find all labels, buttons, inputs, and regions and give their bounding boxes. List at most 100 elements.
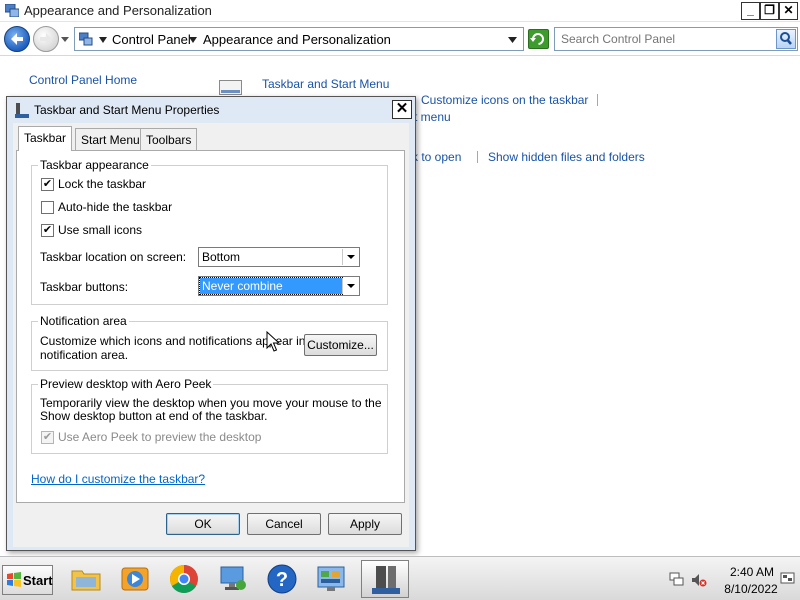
refresh-icon xyxy=(530,33,544,45)
media-player-icon xyxy=(121,567,149,591)
close-button[interactable]: ✕ xyxy=(779,2,798,20)
taskbar: Start ? 2:40 AM 8/10/2022 xyxy=(0,556,800,600)
control-panel-icon xyxy=(5,4,19,17)
taskbar-tab-panel: Taskbar appearance ✔ Lock the taskbar Au… xyxy=(16,150,405,503)
notification-area-text-line1: Customize which icons and notifications … xyxy=(40,334,326,348)
auto-hide-label[interactable]: Auto-hide the taskbar xyxy=(58,200,172,214)
navigation-bar: Control Panel Appearance and Personaliza… xyxy=(0,22,800,56)
control-panel-icon xyxy=(79,32,93,46)
start-menu-link[interactable]: rt menu xyxy=(410,110,451,124)
click-to-open-link[interactable]: k to open xyxy=(412,150,461,164)
link-separator xyxy=(597,94,598,106)
network-icon xyxy=(220,566,246,590)
taskbar-start-menu-category-link[interactable]: Taskbar and Start Menu xyxy=(262,77,389,91)
notification-area-group: Notification area Customize which icons … xyxy=(31,314,388,371)
taskbar-location-select[interactable]: Bottom xyxy=(198,247,360,267)
control-panel-icon xyxy=(317,566,345,591)
control-panel-home-link[interactable]: Control Panel Home xyxy=(29,73,137,87)
taskbar-chrome-button[interactable] xyxy=(160,560,208,598)
taskbar-location-value: Bottom xyxy=(202,250,241,264)
breadcrumb-separator-icon[interactable] xyxy=(189,37,197,43)
link-separator xyxy=(477,151,478,163)
aero-peek-checkbox: ✔ xyxy=(41,431,54,444)
taskbar-explorer-button[interactable] xyxy=(62,560,110,598)
back-arrow-icon xyxy=(11,33,23,45)
small-icons-label[interactable]: Use small icons xyxy=(58,223,142,237)
dialog-body: Taskbar Start Menu Toolbars Taskbar appe… xyxy=(13,123,409,547)
back-button[interactable] xyxy=(4,26,30,52)
dialog-title: Taskbar and Start Menu Properties xyxy=(34,103,220,117)
help-icon: ? xyxy=(267,564,297,594)
refresh-button[interactable] xyxy=(528,29,549,49)
taskbar-properties-icon xyxy=(372,566,400,594)
taskbar-properties-dialog: Taskbar and Start Menu Properties ✕ Task… xyxy=(6,96,416,551)
address-bar[interactable]: Control Panel Appearance and Personaliza… xyxy=(74,27,524,51)
taskbar-network-button[interactable] xyxy=(209,560,257,598)
taskbar-buttons-value: Never combine xyxy=(199,277,343,295)
customize-button[interactable]: Customize... xyxy=(304,334,377,356)
taskbar-appearance-label: Taskbar appearance xyxy=(38,158,151,172)
chevron-down-icon[interactable] xyxy=(342,249,358,265)
auto-hide-checkbox[interactable] xyxy=(41,201,54,214)
action-center-icon[interactable] xyxy=(780,570,796,586)
chrome-icon xyxy=(170,565,198,593)
minimize-button[interactable]: _ xyxy=(741,2,760,20)
folder-icon xyxy=(71,570,101,591)
customize-taskbar-icons-link[interactable]: Customize icons on the taskbar xyxy=(421,93,588,107)
cancel-button[interactable]: Cancel xyxy=(247,513,321,535)
taskbar-properties-icon xyxy=(15,103,29,118)
taskbar-buttons-select[interactable]: Never combine xyxy=(198,276,360,296)
volume-muted-icon[interactable] xyxy=(691,572,707,588)
tab-taskbar[interactable]: Taskbar xyxy=(18,126,73,151)
taskbar-help-button[interactable]: ? xyxy=(258,560,306,598)
taskbar-control-panel-button[interactable] xyxy=(307,560,355,598)
taskbar-properties-button[interactable] xyxy=(361,560,409,598)
dialog-titlebar[interactable]: Taskbar and Start Menu Properties ✕ xyxy=(7,97,415,123)
search-icon xyxy=(780,32,792,45)
mouse-pointer-icon xyxy=(266,331,280,352)
windows-logo-icon xyxy=(7,572,21,587)
aero-peek-text-line1: Temporarily view the desktop when you mo… xyxy=(40,396,382,410)
search-input[interactable] xyxy=(557,30,771,48)
notification-area-label: Notification area xyxy=(38,314,129,328)
recent-pages-dropdown-icon[interactable] xyxy=(60,34,70,44)
start-button[interactable]: Start xyxy=(2,565,53,595)
taskbar-category-icon xyxy=(219,80,242,95)
notification-area-text-line2: notification area. xyxy=(40,348,129,362)
svg-text:?: ? xyxy=(276,569,288,591)
aero-peek-text-line2: Show desktop button at end of the taskba… xyxy=(40,409,268,423)
dialog-close-button[interactable]: ✕ xyxy=(392,100,412,119)
aero-peek-option-label: Use Aero Peek to preview the desktop xyxy=(58,430,262,444)
address-dropdown-icon[interactable] xyxy=(508,37,517,43)
taskbar-buttons-label: Taskbar buttons: xyxy=(40,280,129,294)
maximize-button[interactable]: ❐ xyxy=(760,2,779,20)
lock-taskbar-label[interactable]: Lock the taskbar xyxy=(58,177,146,191)
show-hidden-files-link[interactable]: Show hidden files and folders xyxy=(488,150,645,164)
breadcrumb-separator-icon[interactable] xyxy=(99,37,107,43)
chevron-down-icon[interactable] xyxy=(342,278,358,294)
small-icons-checkbox[interactable]: ✔ xyxy=(41,224,54,237)
customize-taskbar-help-link[interactable]: How do I customize the taskbar? xyxy=(31,472,205,486)
search-button[interactable] xyxy=(776,29,796,49)
breadcrumb-appearance[interactable]: Appearance and Personalization xyxy=(203,32,391,47)
apply-button[interactable]: Apply xyxy=(328,513,402,535)
search-box[interactable] xyxy=(554,27,798,51)
taskbar-media-player-button[interactable] xyxy=(111,560,159,598)
window-titlebar: Appearance and Personalization _ ❐ ✕ xyxy=(0,0,800,22)
taskbar-appearance-group: Taskbar appearance ✔ Lock the taskbar Au… xyxy=(31,158,388,305)
start-label: Start xyxy=(23,573,53,588)
lock-taskbar-checkbox[interactable]: ✔ xyxy=(41,178,54,191)
clock-time[interactable]: 2:40 AM xyxy=(722,565,782,579)
taskbar-location-label: Taskbar location on screen: xyxy=(40,250,187,264)
tab-toolbars[interactable]: Toolbars xyxy=(140,128,198,150)
aero-peek-label: Preview desktop with Aero Peek xyxy=(38,377,214,391)
ok-button[interactable]: OK xyxy=(166,513,240,535)
forward-button[interactable] xyxy=(33,26,59,52)
breadcrumb-control-panel[interactable]: Control Panel xyxy=(112,32,191,47)
tray-network-icon[interactable] xyxy=(669,572,685,588)
tab-start-menu[interactable]: Start Menu xyxy=(75,128,146,150)
window-title: Appearance and Personalization xyxy=(24,3,212,18)
forward-arrow-icon xyxy=(40,33,52,45)
clock-date[interactable]: 8/10/2022 xyxy=(718,582,784,596)
aero-peek-group: Preview desktop with Aero Peek Temporari… xyxy=(31,377,388,454)
